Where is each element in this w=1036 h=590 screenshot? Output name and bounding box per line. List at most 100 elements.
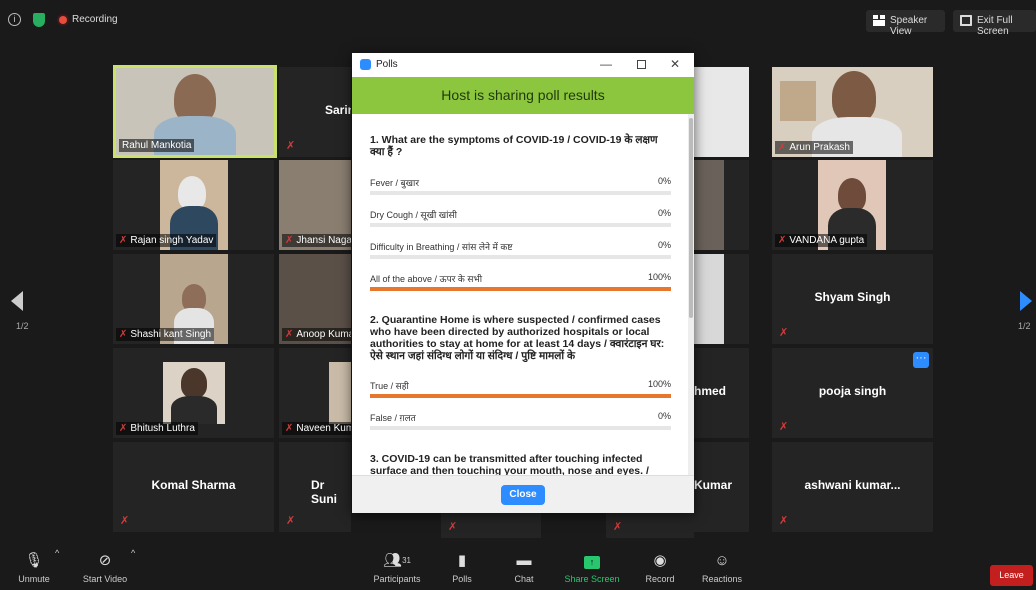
unmute-button[interactable]: 🎙︎ Unmute [12, 548, 56, 590]
participants-icon: 👥︎ [383, 552, 403, 569]
audio-options-caret-icon[interactable]: ^ [55, 548, 59, 590]
poll-option-label: Difficulty in Breathing / सांस लेने में … [370, 242, 513, 252]
muted-icon: ✗ [779, 421, 789, 433]
exit-full-screen-button[interactable]: Exit Full Screen [953, 10, 1036, 37]
participant-video [329, 362, 351, 424]
exit-full-screen-icon [960, 15, 972, 26]
participant-nametag: ✗ Naveen Kum [282, 422, 351, 435]
participant-nametag: ✗ Rajan singh Yadav [116, 234, 217, 247]
video-tile-shyam[interactable]: Shyam Singh ✗ [772, 254, 933, 344]
participant-nametag: ✗ Bhitush Luthra [116, 422, 198, 435]
video-tile-vandana[interactable]: ✗ VANDANA gupta [772, 160, 933, 250]
next-page-icon[interactable] [1020, 291, 1032, 311]
polls-icon: ▮ [457, 552, 467, 569]
participant-video [694, 67, 749, 157]
participant-name: Dr Suni [311, 478, 337, 506]
muted-icon: ✗ [779, 515, 789, 527]
polls-title-bar[interactable]: Polls — ✕ [352, 53, 694, 77]
share-screen-glyph: ↑ [563, 548, 621, 574]
poll-option: True / सही 100% [370, 379, 671, 401]
video-tile-pooja[interactable]: pooja singh ✗ [772, 348, 933, 438]
participant-name: Anoop Kuma [296, 329, 351, 340]
maximize-icon[interactable] [637, 60, 646, 69]
video-tile-komal[interactable]: Komal Sharma ✗ [113, 442, 274, 532]
page-indicator-left: 1/2 [16, 321, 29, 331]
share-screen-icon: ↑ [584, 556, 600, 569]
meeting-toolbar: 🎙︎ Unmute ^ ⊘ Start Video ^ 👥︎31 Partici… [0, 548, 1036, 590]
poll-option-bar [370, 255, 671, 259]
more-options-icon[interactable]: ··· [913, 352, 929, 368]
start-video-label: Start Video [82, 574, 128, 584]
participant-name: Bhitush Luthra [130, 423, 195, 434]
polls-label: Polls [452, 574, 472, 584]
poll-option-percent: 0% [657, 176, 671, 186]
close-poll-button[interactable]: Close [501, 485, 545, 505]
participant-name: Rajan singh Yadav [130, 235, 214, 246]
muted-icon: ✗ [119, 423, 128, 434]
video-tile-hidden-1[interactable]: ✗ [441, 510, 541, 538]
participant-name: Rahul Mankotia [119, 139, 195, 152]
chat-button[interactable]: ▬ Chat [509, 548, 539, 590]
participants-label: Participants [373, 574, 421, 584]
video-tile-anoop[interactable]: ✗ Anoop Kuma [279, 254, 351, 344]
poll-scrollbar-thumb[interactable] [689, 118, 693, 318]
close-window-icon[interactable]: ✕ [670, 57, 680, 71]
participants-button[interactable]: 👥︎31 Participants [371, 548, 423, 590]
muted-icon: ✗ [120, 515, 130, 527]
participant-name: ashwani kumar... [804, 478, 901, 492]
page-indicator-right: 1/2 [1018, 321, 1031, 331]
security-shield-icon[interactable] [33, 13, 45, 27]
speaker-view-button[interactable]: Speaker View [866, 10, 945, 37]
polls-window-title: Polls [376, 59, 398, 70]
participant-name: Kumar [694, 478, 733, 492]
poll-option-bar [370, 394, 671, 398]
video-tile-jhansi[interactable]: ✗ Jhansi Nagar [279, 160, 351, 250]
poll-option-label: Dry Cough / सूखी खांसी [370, 210, 457, 220]
muted-icon: ✗ [285, 423, 294, 434]
poll-results-body[interactable]: 1. What are the symptoms of COVID-19 / C… [352, 114, 688, 475]
info-icon[interactable]: i [8, 13, 21, 26]
video-tile-naveen[interactable]: ✗ Naveen Kum [279, 348, 351, 438]
polls-button[interactable]: ▮ Polls [447, 548, 477, 590]
participants-glyph: 👥︎31 [371, 548, 423, 574]
poll-option-label: Fever / बुखार [370, 178, 420, 188]
participant-name: Sarin [325, 103, 351, 117]
poll-option-percent: 0% [657, 240, 671, 250]
participant-name: Arun Prakash [789, 142, 850, 153]
poll-option-bar-fill [370, 287, 671, 291]
video-tile-ashwani[interactable]: ashwani kumar... ✗ [772, 442, 933, 532]
participant-name: Shashi kant Singh [130, 329, 212, 340]
participant-video [694, 160, 724, 250]
poll-option: Difficulty in Breathing / सांस लेने में … [370, 240, 671, 262]
reactions-button[interactable]: ☺ Reactions [700, 548, 744, 590]
video-tile-rajan[interactable]: ✗ Rajan singh Yadav [113, 160, 274, 250]
video-tile-kumar[interactable]: Kumar [694, 442, 749, 532]
video-tile-ahmed[interactable]: hmed [694, 348, 749, 438]
leave-meeting-button[interactable]: Leave [990, 565, 1033, 586]
muted-icon: ✗ [613, 521, 623, 533]
video-off-icon: ⊘ [98, 552, 112, 569]
record-label: Record [645, 574, 675, 584]
share-screen-button[interactable]: ↑ Share Screen [563, 548, 621, 590]
video-tile-sarin[interactable]: Sarin ✗ [279, 67, 351, 157]
poll-option: Fever / बुखार 0% [370, 176, 671, 198]
video-tile-arun[interactable]: ✗ Arun Prakash [772, 67, 933, 157]
record-button[interactable]: ◉ Record [643, 548, 677, 590]
speaker-view-label: Speaker View [890, 15, 928, 37]
participant-nametag: ✗ VANDANA gupta [775, 234, 868, 247]
video-options-caret-icon[interactable]: ^ [131, 548, 135, 590]
poll-results-banner: Host is sharing poll results [352, 77, 694, 114]
video-tile-suni[interactable]: Dr Suni ✗ [279, 442, 351, 532]
video-tile-partial-3[interactable] [694, 254, 749, 344]
start-video-button[interactable]: ⊘ Start Video [78, 548, 132, 590]
video-tile-partial-2[interactable] [694, 160, 749, 250]
minimize-icon[interactable]: — [600, 57, 612, 71]
video-tile-hidden-2[interactable]: ✗ [606, 510, 694, 538]
poll-option: False / ग़लत 0% [370, 411, 671, 433]
unmute-label: Unmute [18, 574, 50, 584]
video-tile-shashi[interactable]: ✗ Shashi kant Singh [113, 254, 274, 344]
video-tile-rahul[interactable]: Rahul Mankotia [113, 65, 277, 158]
video-tile-partial-1[interactable] [694, 67, 749, 157]
previous-page-icon[interactable] [11, 291, 23, 311]
video-tile-bhitush[interactable]: ✗ Bhitush Luthra [113, 348, 274, 438]
